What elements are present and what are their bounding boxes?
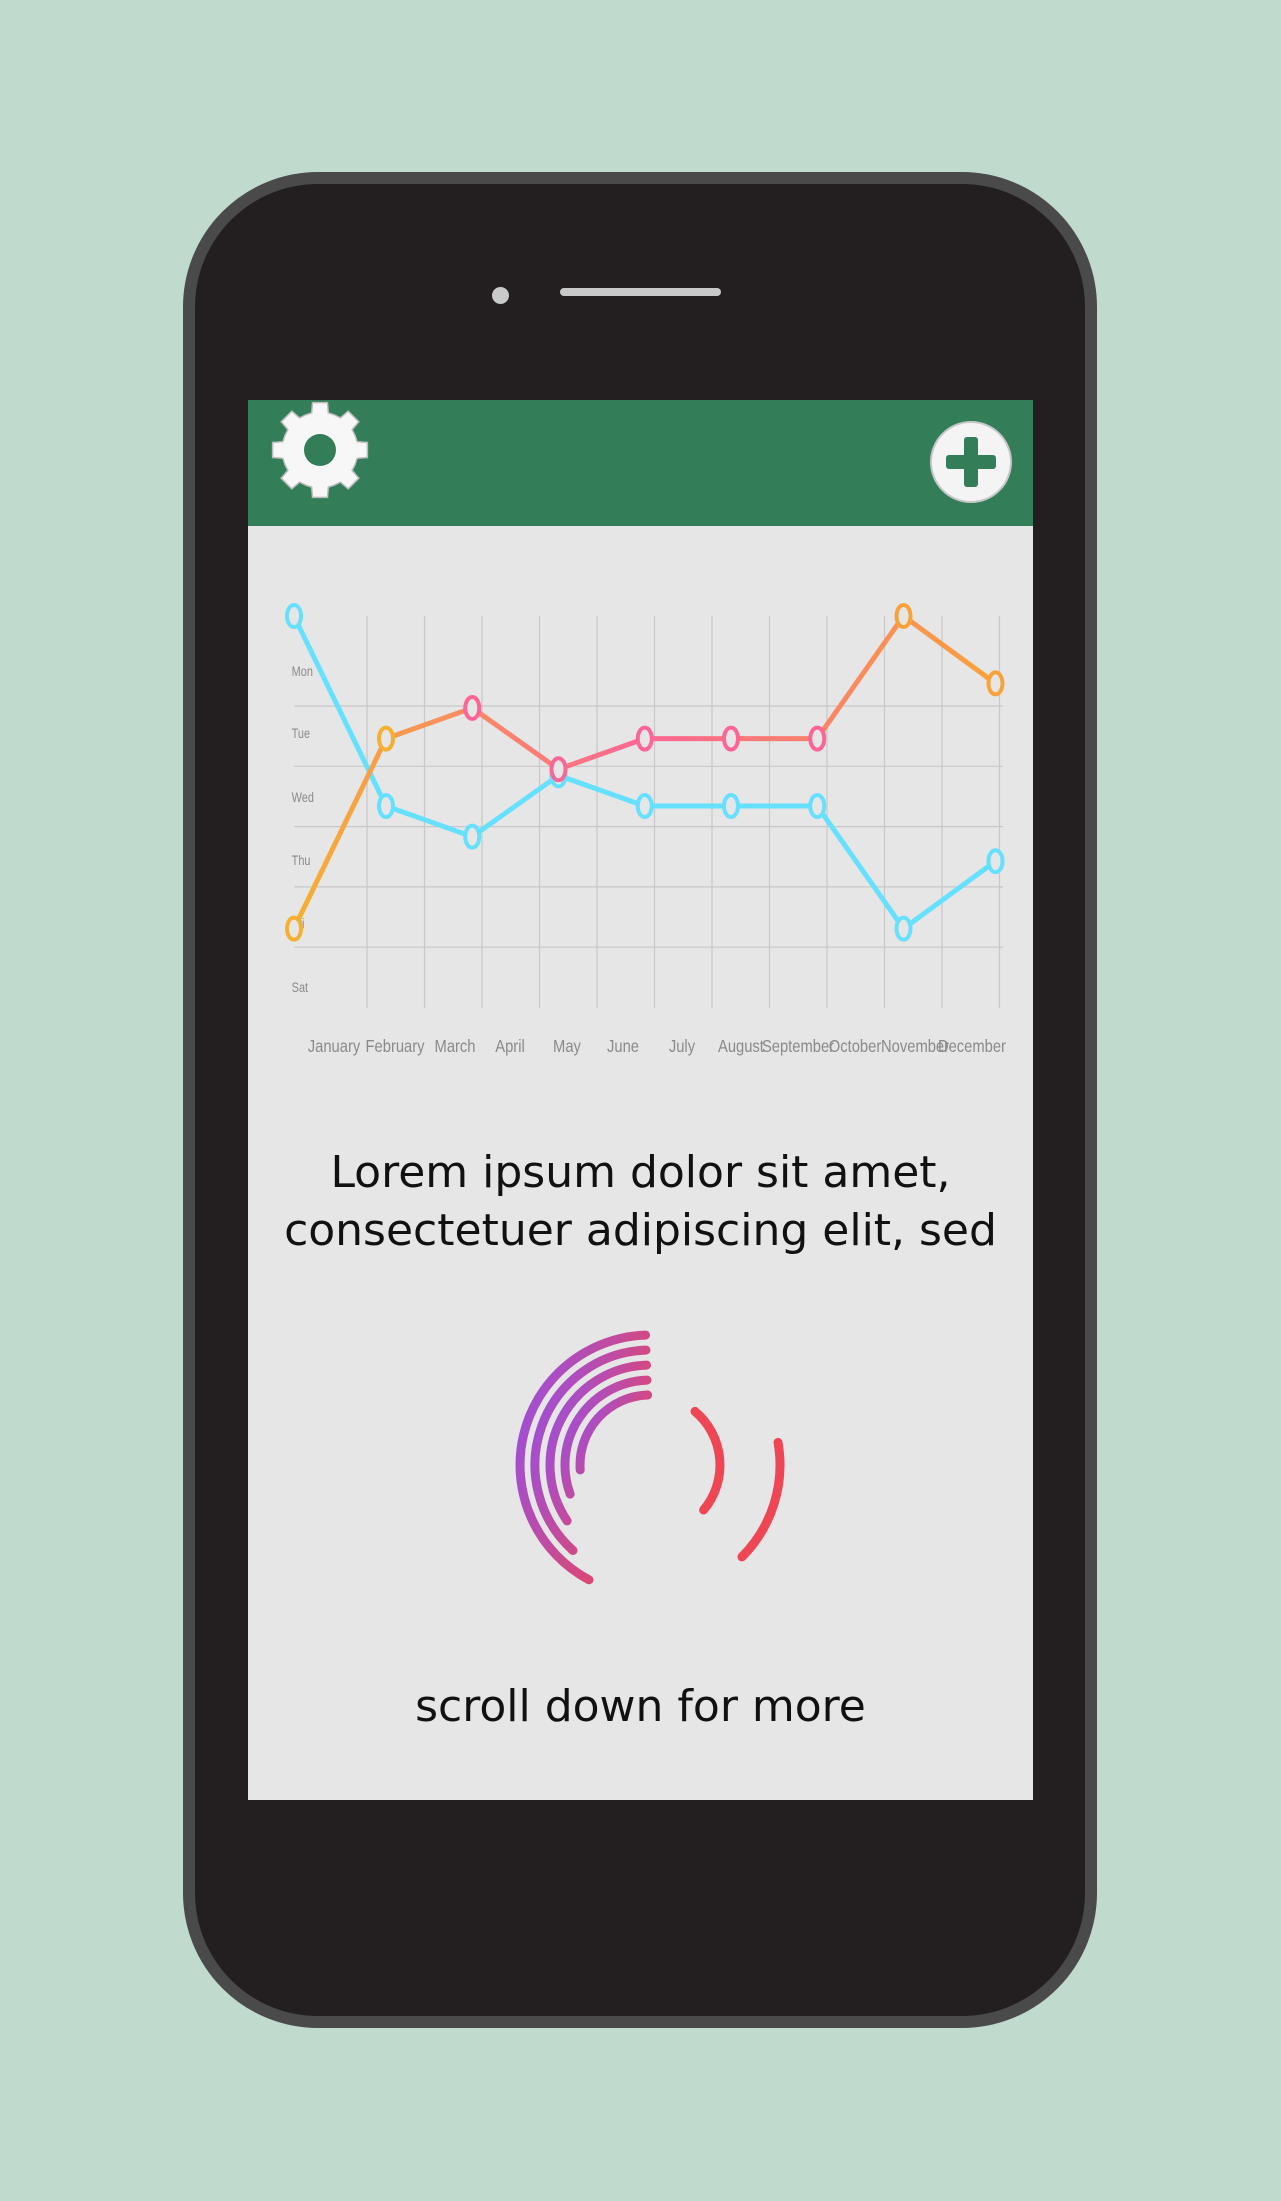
x-tick-label: April bbox=[495, 1037, 524, 1057]
gear-icon bbox=[271, 401, 369, 499]
x-tick-label: January bbox=[308, 1037, 361, 1057]
y-tick-label: Sat bbox=[292, 980, 309, 996]
x-tick-label: June bbox=[607, 1037, 639, 1057]
data-point-blue bbox=[986, 848, 1005, 875]
data-point-warm bbox=[894, 603, 913, 629]
scroll-hint[interactable]: scroll down for more bbox=[248, 1680, 1033, 1734]
data-point-warm bbox=[635, 725, 654, 752]
data-point-warm bbox=[986, 670, 1005, 697]
x-tick-label: July bbox=[669, 1037, 696, 1057]
headline-text: Lorem ipsum dolor sit amet, consectetuer… bbox=[248, 1144, 1033, 1260]
data-point-blue bbox=[463, 823, 482, 850]
settings-button[interactable] bbox=[270, 400, 370, 500]
data-point-warm bbox=[463, 694, 482, 721]
line-chart: MonTueWedThuFriSatJanuaryFebruaryMarchAp… bbox=[285, 603, 1006, 1057]
data-point-blue bbox=[808, 793, 827, 820]
data-point-blue bbox=[894, 915, 913, 942]
x-tick-label: August bbox=[718, 1037, 764, 1057]
data-point-warm bbox=[377, 725, 395, 752]
app-bar bbox=[248, 400, 1033, 526]
data-point-blue bbox=[722, 793, 740, 820]
y-tick-label: Thu bbox=[292, 853, 311, 869]
add-button[interactable] bbox=[929, 420, 1013, 504]
plus-circle-icon bbox=[930, 421, 1012, 503]
x-tick-label: December bbox=[938, 1037, 1006, 1057]
front-camera bbox=[492, 287, 509, 304]
series-line-blue bbox=[291, 614, 997, 932]
loader-ring-segment bbox=[737, 1437, 785, 1562]
data-point-warm bbox=[549, 756, 568, 783]
x-tick-label: September bbox=[762, 1037, 835, 1057]
y-tick-label: Mon bbox=[292, 664, 313, 680]
x-tick-label: February bbox=[366, 1037, 426, 1057]
x-tick-label: March bbox=[435, 1037, 476, 1057]
headline-line-1: Lorem ipsum dolor sit amet, bbox=[330, 1147, 951, 1198]
circular-progress-icon bbox=[515, 1330, 785, 1585]
data-point-blue bbox=[377, 793, 395, 820]
data-point-warm bbox=[808, 725, 827, 752]
x-tick-label: October bbox=[829, 1037, 882, 1057]
y-tick-label: Tue bbox=[292, 726, 310, 742]
x-tick-label: May bbox=[553, 1037, 582, 1057]
earpiece-speaker bbox=[560, 288, 721, 296]
loader-ring-segment bbox=[690, 1406, 725, 1515]
series-line-warm bbox=[291, 613, 997, 930]
app-screen: MonTueWedThuFriSatJanuaryFebruaryMarchAp… bbox=[248, 400, 1033, 1800]
data-point-warm bbox=[285, 915, 303, 942]
data-point-blue bbox=[285, 603, 303, 629]
data-point-blue bbox=[635, 793, 654, 820]
headline-line-2: consectetuer adipiscing elit, sed bbox=[284, 1205, 997, 1256]
data-point-warm bbox=[722, 725, 740, 752]
y-tick-label: Wed bbox=[292, 790, 314, 806]
